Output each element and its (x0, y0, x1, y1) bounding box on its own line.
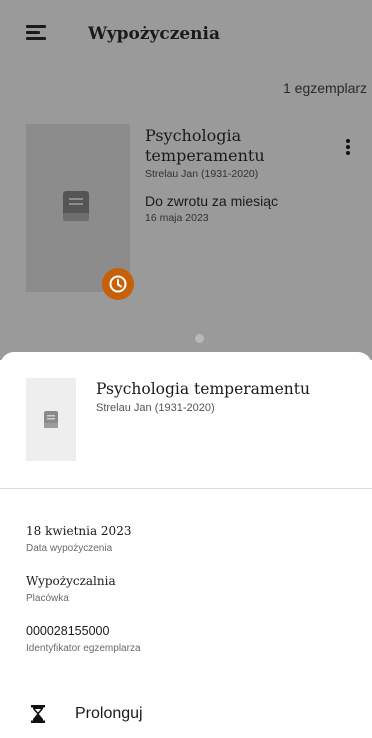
sheet-book-title: Psychologia temperamentu (96, 380, 310, 398)
menu-icon[interactable] (26, 25, 46, 41)
book-icon (63, 191, 89, 221)
copies-count: 1 egzemplarz (283, 80, 368, 96)
loan-book-title[interactable]: Psychologia temperamentu (145, 126, 315, 166)
hourglass-icon (31, 705, 45, 723)
loans-screen-overlay[interactable]: Wypożyczenia 1 egzemplarz Psychologia te… (0, 0, 372, 360)
renew-button[interactable]: Prolonguj (0, 694, 372, 734)
due-status-badge[interactable] (102, 268, 134, 300)
loan-book-author: Strelau Jan (1931-2020) (145, 168, 259, 180)
copy-id-label: Identyfikator egzemplarza (26, 643, 141, 654)
sheet-book-author: Strelau Jan (1931-2020) (96, 402, 215, 414)
copy-id-value: 000028155000 (26, 624, 110, 638)
sheet-book-thumbnail (26, 378, 76, 461)
more-vert-icon[interactable] (344, 139, 352, 155)
divider (0, 488, 372, 489)
clock-icon (109, 275, 127, 293)
due-date: 16 maja 2023 (145, 212, 209, 224)
loan-date-label: Data wypożyczenia (26, 543, 113, 554)
branch-label: Placówka (26, 593, 69, 604)
loan-date-value: 18 kwietnia 2023 (26, 524, 132, 538)
book-cover[interactable] (26, 124, 130, 292)
renew-label: Prolonguj (75, 705, 143, 722)
due-status-label: Do zwrotu za miesiąc (145, 193, 279, 209)
page-title: Wypożyczenia (88, 24, 221, 44)
loan-details-sheet: Psychologia temperamentu Strelau Jan (19… (0, 352, 372, 738)
top-app-bar: Wypożyczenia (0, 0, 372, 64)
branch-value: Wypożyczalnia (26, 574, 116, 588)
book-icon (44, 411, 58, 428)
page-indicator-dot (195, 334, 204, 343)
